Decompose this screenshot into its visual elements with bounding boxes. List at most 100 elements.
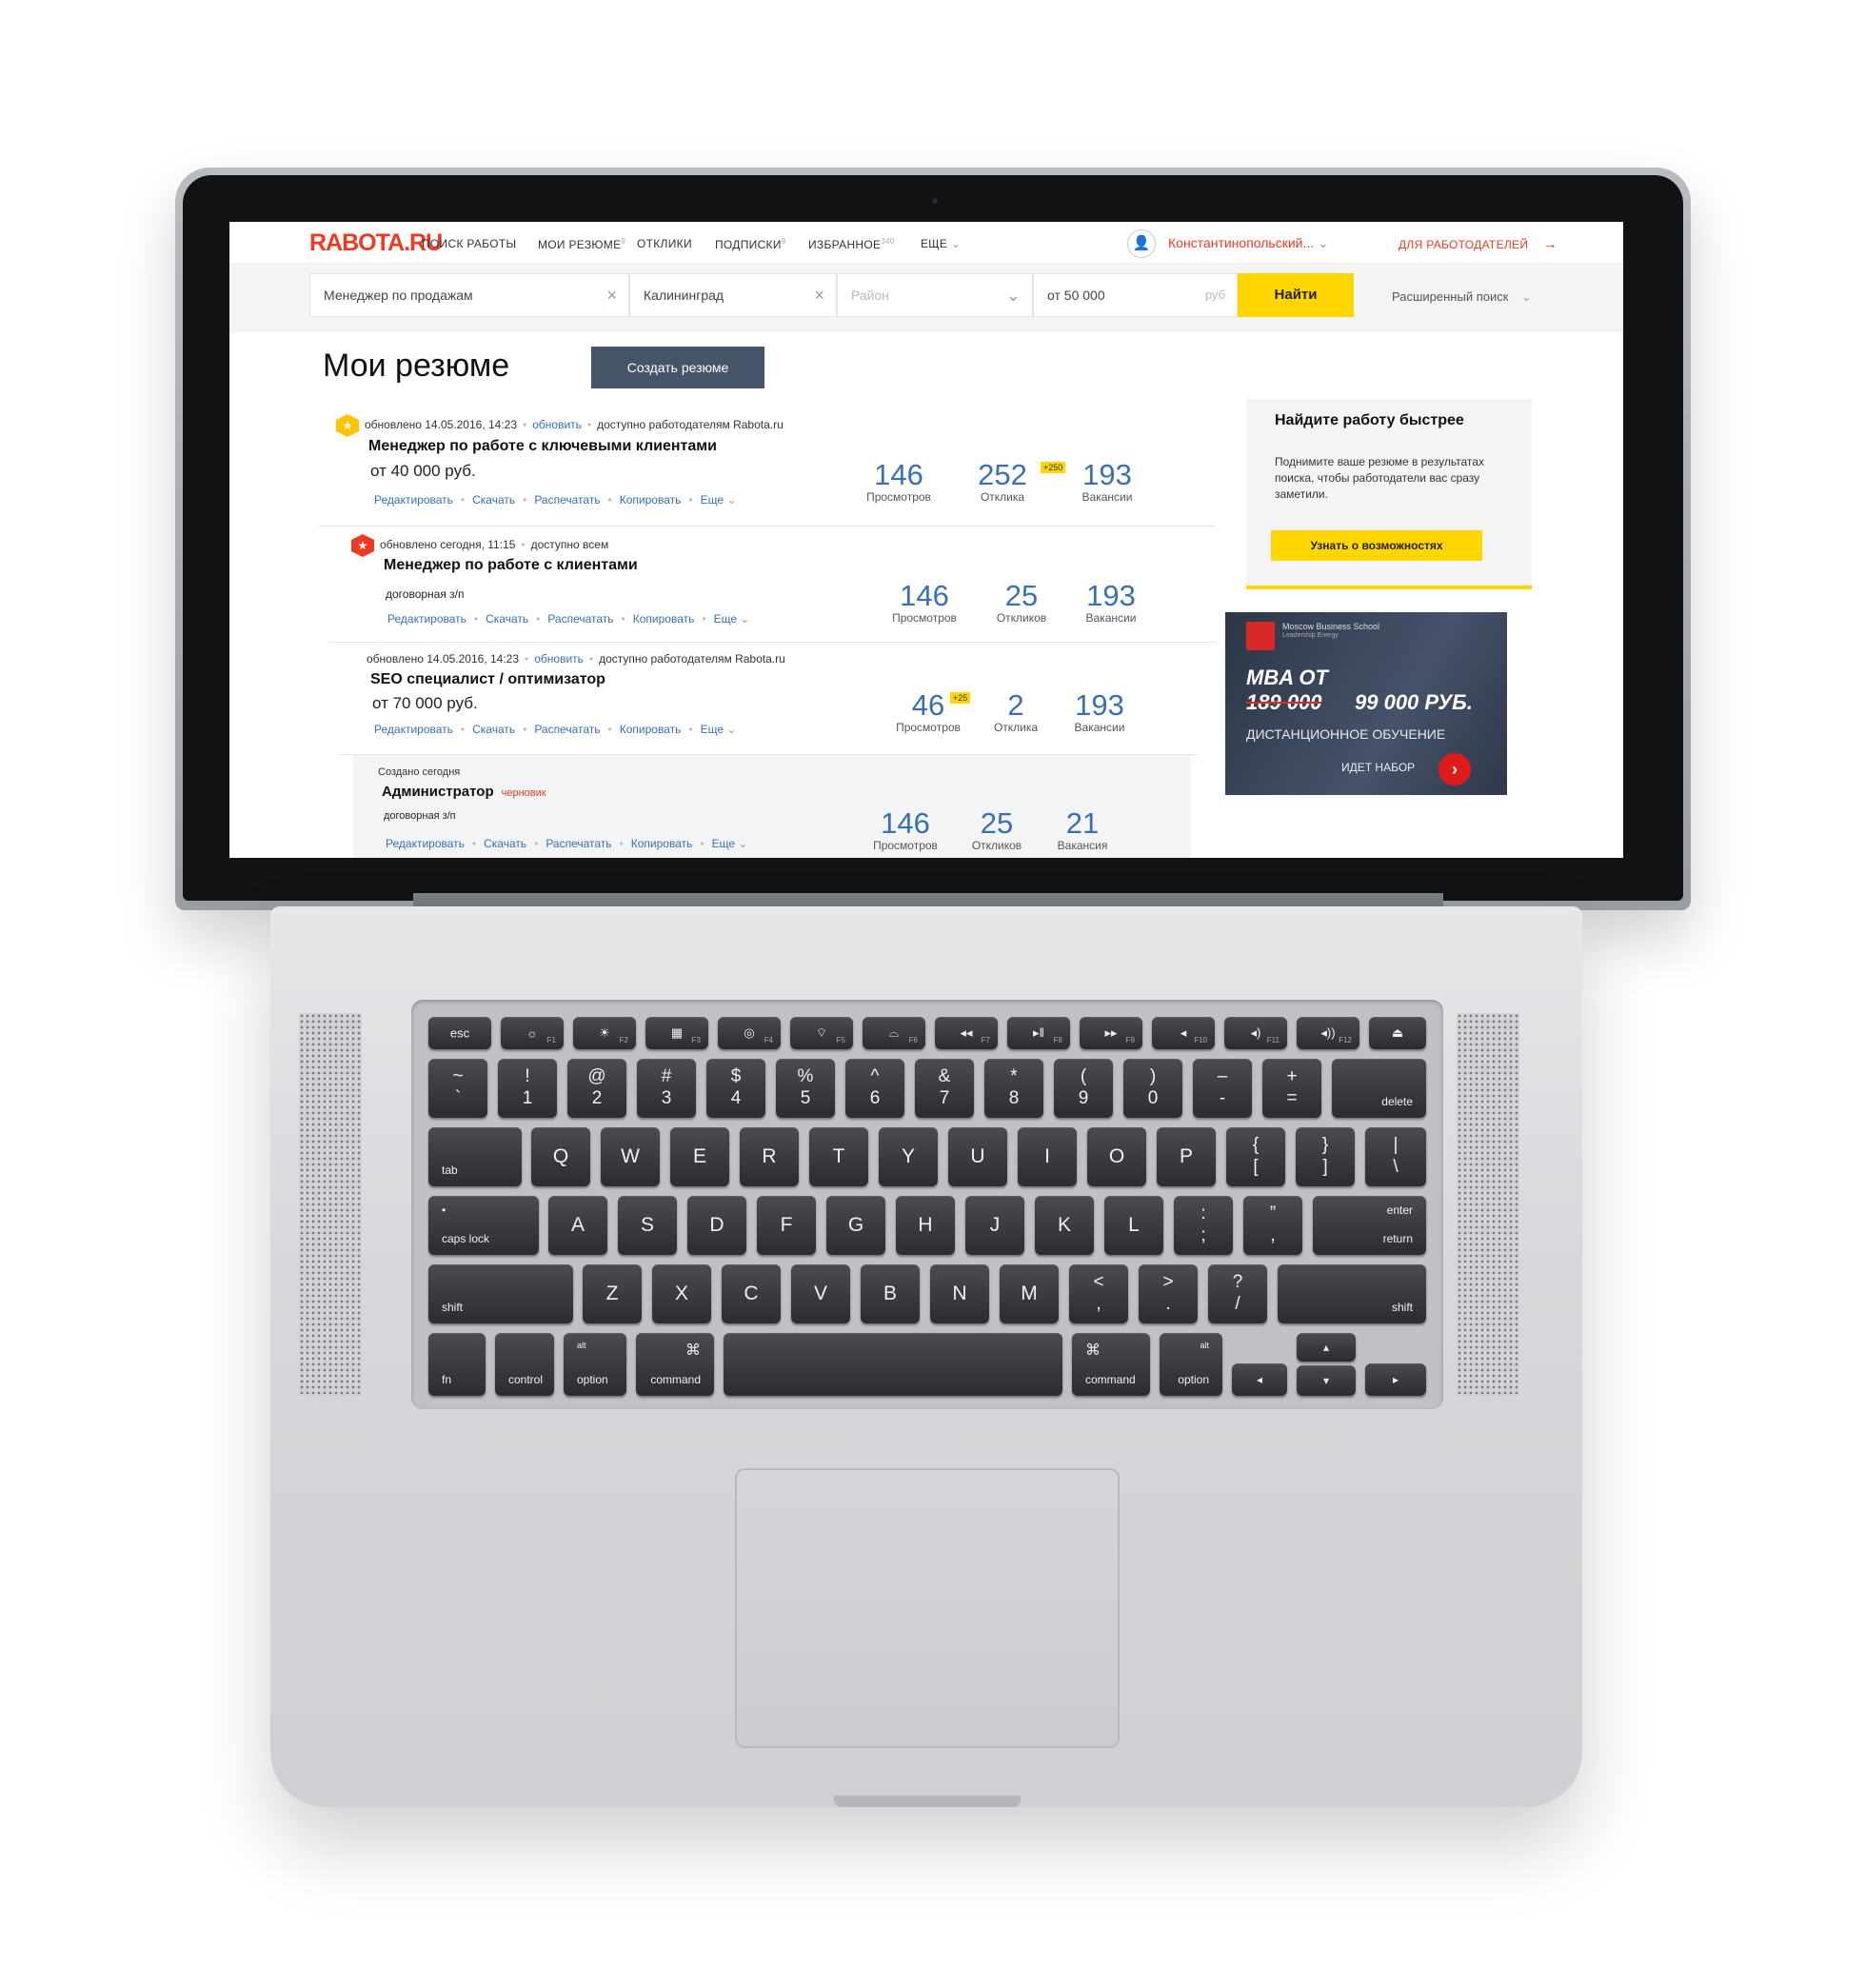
stat-responses[interactable]: 25 Откликов <box>949 808 1044 853</box>
key-v[interactable]: V <box>791 1264 850 1323</box>
key-h[interactable]: H <box>896 1196 955 1255</box>
key-semicolon[interactable]: :; <box>1174 1196 1233 1255</box>
advanced-search-link[interactable]: Расширенный поиск ⌄ <box>1392 289 1532 305</box>
key-k[interactable]: K <box>1035 1196 1094 1255</box>
key-g[interactable]: G <box>826 1196 885 1255</box>
key-command-right[interactable]: ⌘ command <box>1072 1333 1150 1396</box>
nav-item-search[interactable]: ПОИСК РАБОТЫ <box>422 237 516 250</box>
stat-vacancies[interactable]: 21 Вакансия <box>1035 808 1130 853</box>
key-option-left[interactable]: alt option <box>564 1333 626 1396</box>
key-slash[interactable]: ? / <box>1208 1264 1267 1323</box>
key-f9[interactable]: ▸▸ F9 <box>1080 1017 1142 1049</box>
key-e[interactable]: E <box>670 1127 729 1186</box>
resume-title[interactable]: SEO специалист / оптимизатор <box>370 671 605 688</box>
key-delete[interactable]: delete <box>1332 1059 1426 1118</box>
key-9[interactable]: (9 <box>1054 1059 1113 1118</box>
stat-views[interactable]: 146 Просмотров <box>877 581 972 626</box>
key-equals[interactable]: + = <box>1262 1059 1321 1118</box>
key-f6[interactable]: ⌓ F6 <box>863 1017 925 1049</box>
key-f4[interactable]: ◎ F4 <box>718 1017 781 1049</box>
key-f12[interactable]: ◂)) F12 <box>1297 1017 1359 1049</box>
resume-title[interactable]: Менеджер по работе с ключевыми клиентами <box>368 438 717 455</box>
download-link[interactable]: Скачать <box>484 837 526 850</box>
key-eject[interactable]: ⏏ <box>1369 1017 1426 1049</box>
key-space[interactable] <box>724 1333 1062 1396</box>
employers-link[interactable]: ДЛЯ РАБОТОДАТЕЛЕЙ → <box>1399 236 1557 252</box>
key-minus[interactable]: – - <box>1193 1059 1252 1118</box>
key-caps-lock[interactable]: • caps lock <box>428 1196 539 1255</box>
key-2[interactable]: @2 <box>567 1059 626 1118</box>
key-f[interactable]: F <box>757 1196 816 1255</box>
edit-link[interactable]: Редактировать <box>374 723 453 736</box>
key-6[interactable]: ^ 6 <box>845 1059 904 1118</box>
more-link[interactable]: Еще <box>701 723 724 736</box>
key-close-bracket[interactable]: }] <box>1296 1127 1355 1186</box>
key-z[interactable]: Z <box>583 1264 642 1323</box>
key-f11[interactable]: ◂) F11 <box>1224 1017 1287 1049</box>
stat-vacancies[interactable]: 193 Вакансии <box>1063 581 1159 626</box>
key-b[interactable]: B <box>861 1264 920 1323</box>
user-name-menu[interactable]: Константинопольский... ⌄ <box>1168 235 1329 251</box>
key-c[interactable]: C <box>722 1264 781 1323</box>
key-shift-left[interactable]: shift <box>428 1264 573 1323</box>
key-tab[interactable]: tab <box>428 1127 522 1186</box>
key-option-right[interactable]: alt option <box>1160 1333 1222 1396</box>
resume-title[interactable]: Менеджер по работе с клиентами <box>384 557 638 574</box>
key-8[interactable]: * 8 <box>984 1059 1043 1118</box>
more-link[interactable]: Еще <box>701 493 724 507</box>
key-7[interactable]: & 7 <box>915 1059 974 1118</box>
trackpad[interactable] <box>735 1468 1120 1748</box>
edit-link[interactable]: Редактировать <box>374 493 453 507</box>
print-link[interactable]: Распечатать <box>534 723 600 736</box>
copy-link[interactable]: Копировать <box>631 837 693 850</box>
key-f5[interactable]: ⌔ F5 <box>790 1017 853 1049</box>
key-w[interactable]: W <box>601 1127 660 1186</box>
key-f3[interactable]: ▦ F3 <box>645 1017 708 1049</box>
key-l[interactable]: L <box>1104 1196 1163 1255</box>
refresh-link[interactable]: обновить <box>534 652 584 666</box>
print-link[interactable]: Распечатать <box>534 493 600 507</box>
key-x[interactable]: X <box>652 1264 711 1323</box>
stat-responses[interactable]: 2 Отклика <box>968 690 1063 735</box>
key-f1[interactable]: ☼ F1 <box>501 1017 564 1049</box>
key-f10[interactable]: ◂ F10 <box>1152 1017 1215 1049</box>
download-link[interactable]: Скачать <box>472 493 515 507</box>
key-return[interactable]: enter return <box>1313 1196 1426 1255</box>
key-s[interactable]: S <box>618 1196 677 1255</box>
print-link[interactable]: Распечатать <box>547 612 613 626</box>
key-r[interactable]: R <box>740 1127 799 1186</box>
arrow-right-icon[interactable]: › <box>1438 753 1471 785</box>
key-q[interactable]: Q <box>531 1127 590 1186</box>
key-quote[interactable]: ”, <box>1243 1196 1302 1255</box>
stat-responses[interactable]: 252 Отклика <box>955 460 1050 505</box>
key-arrow-left[interactable]: ◂ <box>1232 1363 1287 1396</box>
key-j[interactable]: J <box>965 1196 1024 1255</box>
query-input[interactable]: Менеджер по продажам × <box>309 273 629 317</box>
key-p[interactable]: P <box>1157 1127 1216 1186</box>
key-0[interactable]: ) 0 <box>1123 1059 1182 1118</box>
find-button[interactable]: Найти <box>1238 273 1354 317</box>
key-m[interactable]: M <box>1000 1264 1059 1323</box>
stat-views[interactable]: 146 Просмотров <box>858 808 953 853</box>
key-u[interactable]: U <box>948 1127 1007 1186</box>
stat-vacancies[interactable]: 193 Вакансии <box>1060 460 1155 505</box>
key-1[interactable]: ! 1 <box>498 1059 557 1118</box>
nav-item-my-resumes[interactable]: МОИ РЕЗЮМЕ9 <box>538 237 625 251</box>
key-f2[interactable]: ☀ F2 <box>573 1017 636 1049</box>
key-esc[interactable]: esc <box>428 1017 491 1049</box>
create-resume-button[interactable]: Создать резюме <box>591 347 764 388</box>
mba-ad-banner[interactable]: Moscow Business School Leadership Energy … <box>1225 612 1507 795</box>
key-d[interactable]: D <box>687 1196 746 1255</box>
key-tilde[interactable]: ~ ` <box>428 1059 487 1118</box>
edit-link[interactable]: Редактировать <box>387 612 466 626</box>
city-input[interactable]: Калининград × <box>629 273 837 317</box>
copy-link[interactable]: Копировать <box>633 612 695 626</box>
nav-item-responses[interactable]: ОТКЛИКИ <box>637 237 692 250</box>
key-backslash[interactable]: | \ <box>1365 1127 1426 1186</box>
key-command-left[interactable]: ⌘ command <box>636 1333 714 1396</box>
key-shift-right[interactable]: shift <box>1278 1264 1426 1323</box>
more-link[interactable]: Еще <box>714 612 737 626</box>
key-o[interactable]: O <box>1087 1127 1146 1186</box>
key-t[interactable]: T <box>809 1127 868 1186</box>
key-5[interactable]: % 5 <box>776 1059 835 1118</box>
